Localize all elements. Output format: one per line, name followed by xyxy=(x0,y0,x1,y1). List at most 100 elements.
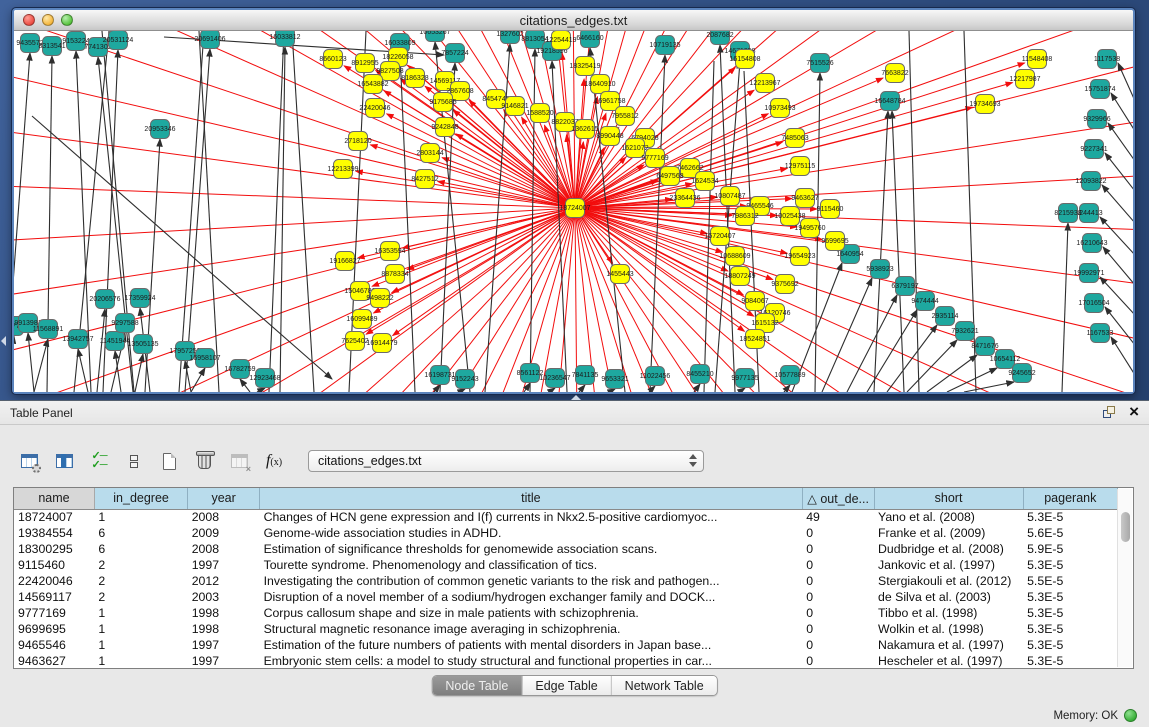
select-all-rows-button[interactable]: ✓─✓─ xyxy=(86,448,112,474)
table-row[interactable]: 2242004622012Investigating the contribut… xyxy=(14,573,1118,589)
graph-node[interactable]: 7841135 xyxy=(572,366,599,385)
graph-node[interactable]: 11451944 xyxy=(100,332,131,351)
graph-node[interactable]: 9084067 xyxy=(741,292,768,311)
network-canvas[interactable]: 9435572831354191532247741302205311242069… xyxy=(14,31,1133,392)
close-panel-icon[interactable]: × xyxy=(1129,402,1139,422)
table-row[interactable]: 1830029562008Estimation of significance … xyxy=(14,541,1118,557)
graph-node[interactable]: 16210643 xyxy=(1076,234,1107,253)
graph-node[interactable]: 1455443 xyxy=(606,265,633,284)
graph-node[interactable]: 12217987 xyxy=(1009,70,1040,89)
graph-node[interactable]: 11022456 xyxy=(640,367,671,386)
column-header-title[interactable]: title xyxy=(260,488,803,509)
graph-node[interactable]: 18807249 xyxy=(724,267,755,286)
tab-node-table[interactable]: Node Table xyxy=(432,676,522,695)
graph-node[interactable]: 1167533 xyxy=(1087,324,1114,343)
float-panel-icon[interactable] xyxy=(1103,406,1117,419)
graph-node[interactable]: 7955812 xyxy=(611,107,638,126)
table-row[interactable]: 946554611997Estimation of the future num… xyxy=(14,637,1118,653)
graph-node[interactable]: 11548408 xyxy=(1022,50,1053,69)
graph-node[interactable]: 2803144 xyxy=(416,144,443,163)
graph-node[interactable]: 8471676 xyxy=(971,337,998,356)
table-select-dropdown[interactable]: citations_edges.txt xyxy=(308,450,704,472)
row-options-button[interactable] xyxy=(121,448,147,474)
graph-node[interactable]: 10973493 xyxy=(764,99,795,118)
graph-node[interactable]: 2718120 xyxy=(344,132,371,151)
graph-node[interactable]: 1117538 xyxy=(1094,50,1120,69)
graph-node[interactable]: 9463627 xyxy=(791,189,818,208)
graph-node[interactable]: 23364436 xyxy=(669,189,700,208)
graph-node[interactable]: 1327602 xyxy=(496,31,523,44)
graph-node[interactable]: 9152243 xyxy=(451,370,478,389)
table-row[interactable]: 977716911998Corpus callosum shape and si… xyxy=(14,605,1118,621)
tab-edge-table[interactable]: Edge Table xyxy=(522,676,611,695)
graph-node[interactable]: 19734693 xyxy=(969,95,1000,114)
graph-node[interactable]: 18640910 xyxy=(584,75,615,94)
attribute-table[interactable]: namein_degreeyeartitle△ out_de...shortpa… xyxy=(13,487,1134,669)
column-header-in_degree[interactable]: in_degree xyxy=(94,488,187,509)
network-view-window[interactable]: citations_edges.txt 94355728313541915322… xyxy=(12,8,1135,394)
graph-node[interactable]: 13505135 xyxy=(127,335,158,354)
table-row[interactable]: 1456911722003Disruption of a novel membe… xyxy=(14,589,1118,605)
table-mode-button[interactable] xyxy=(16,448,42,474)
tab-network-table[interactable]: Network Table xyxy=(612,676,717,695)
graph-node[interactable]: 8990448 xyxy=(596,127,623,146)
graph-node[interactable]: 9375692 xyxy=(771,275,798,294)
table-row[interactable]: 969969511998Structural magnetic resonanc… xyxy=(14,621,1118,637)
table-row[interactable]: 1938455462009Genome-wide association stu… xyxy=(14,525,1118,541)
graph-node[interactable]: 9329966 xyxy=(1083,110,1110,129)
scrollbar-thumb[interactable] xyxy=(1121,512,1130,542)
graph-node[interactable]: 17016504 xyxy=(1078,294,1109,313)
graph-node[interactable]: 12975115 xyxy=(785,157,816,176)
graph-node[interactable]: 7857224 xyxy=(441,44,468,63)
graph-node[interactable]: 7515526 xyxy=(806,54,833,73)
function-builder-button[interactable]: f(x) xyxy=(261,448,287,474)
graph-node[interactable]: 6379197 xyxy=(891,277,918,296)
column-header-pagerank[interactable]: pagerank xyxy=(1023,488,1117,509)
graph-node[interactable]: 7485063 xyxy=(781,129,808,148)
graph-node[interactable]: 6466160 xyxy=(576,31,603,48)
graph-node[interactable]: 12093822 xyxy=(1075,172,1106,191)
new-table-button[interactable] xyxy=(156,448,182,474)
graph-node[interactable]: 15751874 xyxy=(1084,80,1115,99)
network-window-titlebar[interactable]: citations_edges.txt xyxy=(14,10,1133,31)
column-header-year[interactable]: year xyxy=(188,488,260,509)
graph-node[interactable]: 8215938 xyxy=(1054,204,1081,223)
graph-node[interactable]: 10688609 xyxy=(719,247,750,266)
graph-node[interactable]: 9474444 xyxy=(911,292,938,311)
graph-node[interactable]: 19992971 xyxy=(1073,264,1104,283)
graph-node[interactable]: 8427512 xyxy=(411,170,438,189)
column-header-name[interactable]: name xyxy=(14,488,94,509)
graph-node[interactable]: 8912955 xyxy=(351,54,378,73)
graph-node[interactable]: 20206576 xyxy=(89,290,120,309)
graph-node[interactable]: 16648784 xyxy=(874,92,905,111)
graph-node[interactable]: 8878334 xyxy=(381,265,408,284)
graph-node[interactable]: 5938923 xyxy=(866,260,893,279)
graph-node[interactable]: 10807487 xyxy=(714,187,745,206)
graph-node[interactable]: 9297588 xyxy=(111,314,138,333)
select-columns-button[interactable] xyxy=(51,448,77,474)
graph-node[interactable]: 20953346 xyxy=(144,120,175,139)
graph-node[interactable]: 2935114 xyxy=(932,307,959,326)
graph-node[interactable]: 8186328 xyxy=(401,69,428,88)
table-vertical-scrollbar[interactable] xyxy=(1117,489,1132,667)
graph-node[interactable]: 8455210 xyxy=(686,365,713,384)
graph-node[interactable]: 16914479 xyxy=(366,334,397,353)
column-header-short[interactable]: short xyxy=(874,488,1023,509)
table-row[interactable]: 1872400712008Changes of HCN gene express… xyxy=(14,509,1118,525)
graph-node[interactable]: 10653267 xyxy=(419,31,450,42)
graph-node[interactable]: 9227341 xyxy=(1080,140,1107,159)
column-header-out_degree[interactable]: △ out_de... xyxy=(802,488,874,509)
graph-node[interactable]: 1624534 xyxy=(691,172,718,191)
delete-table-button[interactable]: × xyxy=(226,448,252,474)
left-splitter-arrow-icon[interactable] xyxy=(1,336,6,346)
graph-node[interactable]: 9245652 xyxy=(1008,364,1035,383)
graph-node[interactable]: 7663822 xyxy=(881,64,908,83)
graph-node[interactable]: 9977135 xyxy=(731,369,758,388)
table-row[interactable]: 946362711997Embryonic stem cells: a mode… xyxy=(14,653,1118,669)
graph-node[interactable]: 7625402 xyxy=(341,332,368,351)
graph-node[interactable]: 8660123 xyxy=(319,50,346,69)
graph-node[interactable]: 1362615 xyxy=(571,120,598,139)
graph-node[interactable]: 1588520 xyxy=(526,104,553,123)
table-row[interactable]: 911546021997Tourette syndrome. Phenomeno… xyxy=(14,557,1118,573)
graph-node[interactable]: 9115460 xyxy=(817,200,844,219)
